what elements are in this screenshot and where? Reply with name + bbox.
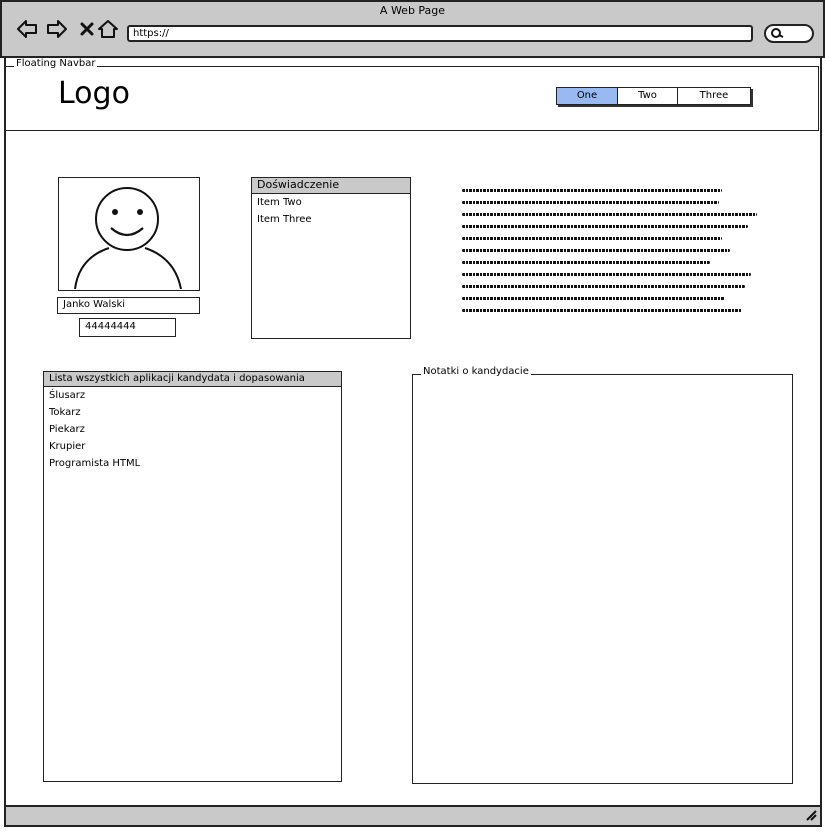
home-icon[interactable] — [97, 18, 119, 40]
tab-three[interactable]: Three — [677, 87, 751, 105]
placeholder-text-block — [462, 189, 757, 321]
list-item[interactable]: Piekarz — [44, 421, 341, 438]
notes-legend: Notatki o kandydacie — [421, 366, 531, 377]
list-item[interactable]: Krupier — [44, 438, 341, 455]
navbar-legend: Floating Navbar — [14, 58, 98, 69]
logo: Logo — [58, 76, 130, 111]
scribble-line — [462, 297, 725, 300]
scribble-line — [462, 273, 752, 276]
tab-one[interactable]: One — [556, 87, 618, 105]
notes-panel[interactable] — [412, 374, 793, 784]
candidate-name: Janko Walski — [57, 297, 200, 314]
experience-list-header[interactable]: Doświadczenie — [252, 178, 410, 194]
back-arrow-icon[interactable] — [16, 18, 38, 40]
candidate-phone: 44444444 — [79, 318, 176, 337]
tab-two[interactable]: Two — [617, 87, 678, 105]
scribble-line — [462, 285, 746, 288]
forward-arrow-icon[interactable] — [46, 18, 68, 40]
status-bar — [4, 805, 822, 827]
scribble-line — [462, 249, 731, 252]
resize-grip-icon[interactable] — [805, 809, 817, 824]
applications-list-header[interactable]: Lista wszystkich aplikacji kandydata i d… — [44, 372, 341, 387]
close-x-icon[interactable] — [76, 18, 98, 40]
applications-list: Lista wszystkich aplikacji kandydata i d… — [43, 371, 342, 782]
user-avatar-icon — [58, 177, 200, 291]
experience-list: Doświadczenie Item Two Item Three — [251, 177, 411, 339]
search-field[interactable] — [764, 24, 814, 43]
scribble-line — [462, 237, 722, 240]
scribble-line — [462, 201, 719, 204]
search-icon — [770, 27, 784, 42]
scribble-line — [462, 225, 749, 228]
scribble-line — [462, 309, 743, 312]
list-item[interactable]: Item Two — [252, 194, 410, 211]
scribble-line — [462, 213, 757, 216]
list-item[interactable]: Ślusarz — [44, 387, 341, 404]
scribble-line — [462, 189, 722, 192]
address-bar[interactable]: https:// — [127, 25, 753, 42]
scribble-line — [462, 261, 710, 264]
list-item[interactable]: Programista HTML — [44, 455, 341, 472]
window-title: A Web Page — [379, 4, 446, 17]
list-item[interactable]: Tokarz — [44, 404, 341, 421]
list-item[interactable]: Item Three — [252, 211, 410, 228]
